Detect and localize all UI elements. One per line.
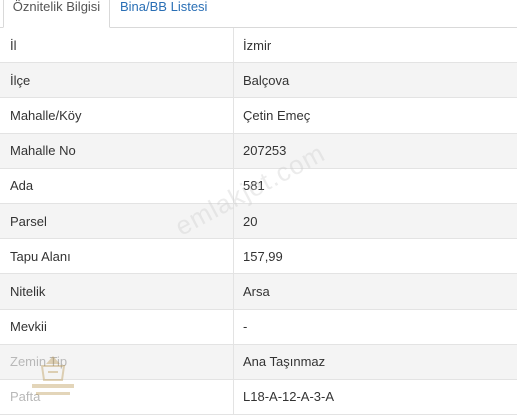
- row-label-mahalle: Mahalle/Köy: [10, 107, 82, 123]
- column-divider: [233, 309, 234, 344]
- table-row: Mevkii -: [0, 309, 517, 345]
- row-value-mahalle-no: 207253: [243, 143, 287, 159]
- table-row: Tapu Alanı 157,99: [0, 239, 517, 275]
- row-label-tapu-alani: Tapu Alanı: [10, 248, 71, 264]
- table-row: Ada 581: [0, 168, 517, 204]
- row-value-mevkii: -: [243, 319, 248, 335]
- row-label-mevkii: Mevkii: [10, 319, 47, 335]
- tab-attribute-info-label: Öznitelik Bilgisi: [12, 0, 101, 14]
- column-divider: [233, 133, 234, 168]
- row-label-ada: Ada: [10, 178, 34, 194]
- tab-attribute-info[interactable]: Öznitelik Bilgisi: [3, 0, 110, 28]
- row-label-parsel: Parsel: [10, 213, 47, 229]
- column-divider: [233, 239, 234, 274]
- row-value-il: İzmir: [243, 37, 272, 53]
- tab-bar: Öznitelik Bilgisi Bina/BB Listesi: [0, 0, 517, 28]
- row-label-zemin-tip: Zemin Tip: [10, 354, 68, 370]
- row-label-pafta: Pafta: [10, 389, 41, 405]
- table-row: Parsel 20: [0, 203, 517, 240]
- row-value-tapu-alani: 157,99: [243, 248, 283, 264]
- table-row: Pafta L18-A-12-A-3-A: [0, 379, 517, 415]
- tab-building-list-label: Bina/BB Listesi: [120, 0, 208, 14]
- property-info-panel: Öznitelik Bilgisi Bina/BB Listesi İl İzm…: [0, 0, 517, 415]
- row-value-nitelik: Arsa: [243, 283, 270, 299]
- column-divider: [233, 168, 234, 203]
- row-value-parsel: 20: [243, 213, 258, 229]
- column-divider: [233, 203, 234, 239]
- column-divider: [233, 344, 234, 379]
- row-label-il: İl: [10, 37, 17, 53]
- table-row: İl İzmir: [0, 28, 517, 64]
- table-row: Zemin Tip Ana Taşınmaz: [0, 344, 517, 380]
- row-value-pafta: L18-A-12-A-3-A: [243, 389, 335, 405]
- row-value-mahalle: Çetin Emeç: [243, 107, 311, 123]
- row-value-ada: 581: [243, 178, 265, 194]
- row-value-ilce: Balçova: [243, 72, 290, 88]
- table-row: Nitelik Arsa: [0, 274, 517, 310]
- column-divider: [233, 379, 234, 415]
- row-label-nitelik: Nitelik: [10, 283, 46, 299]
- table-row: Mahalle/Köy Çetin Emeç: [0, 98, 517, 134]
- attribute-table: İl İzmir İlçe Balçova Mahalle/Köy Çetin …: [0, 28, 517, 415]
- column-divider: [233, 274, 234, 309]
- table-row: Mahalle No 207253: [0, 133, 517, 169]
- table-row: İlçe Balçova: [0, 63, 517, 99]
- row-label-ilce: İlçe: [10, 72, 31, 88]
- column-divider: [233, 98, 234, 133]
- row-label-mahalle-no: Mahalle No: [10, 143, 76, 159]
- column-divider: [233, 28, 234, 63]
- tab-building-list[interactable]: Bina/BB Listesi: [120, 0, 207, 28]
- column-divider: [233, 63, 234, 98]
- row-value-zemin-tip: Ana Taşınmaz: [243, 354, 326, 370]
